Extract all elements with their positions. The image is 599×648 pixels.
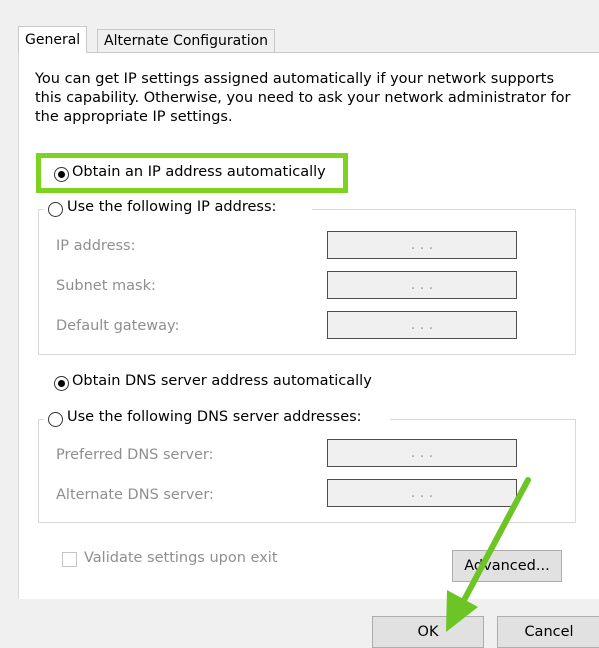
highlight-box: [36, 153, 348, 193]
advanced-button-label: Advanced...: [464, 558, 550, 574]
use-following-ip-radio[interactable]: [48, 202, 63, 217]
ok-button-label: OK: [417, 624, 439, 640]
alternate-dns-field[interactable]: . . .: [327, 479, 517, 507]
validate-settings-label[interactable]: Validate settings upon exit: [84, 550, 278, 566]
preferred-dns-field[interactable]: . . .: [327, 439, 517, 467]
preferred-dns-label: Preferred DNS server:: [56, 447, 214, 463]
use-following-dns-radio[interactable]: [48, 412, 63, 427]
preferred-dns-dots: . . .: [410, 445, 434, 461]
tab-alternate-configuration[interactable]: Alternate Configuration: [97, 29, 276, 53]
dns-groupbox: [38, 419, 576, 523]
subnet-mask-dots: . . .: [410, 277, 434, 293]
default-gateway-label: Default gateway:: [56, 318, 180, 334]
use-following-dns-label[interactable]: Use the following DNS server addresses:: [67, 409, 362, 425]
default-gateway-dots: . . .: [410, 317, 434, 333]
tab-general-label: General: [25, 32, 81, 48]
alternate-dns-label: Alternate DNS server:: [56, 487, 214, 503]
advanced-button[interactable]: Advanced...: [452, 550, 562, 582]
obtain-dns-auto-label[interactable]: Obtain DNS server address automatically: [72, 373, 372, 389]
ip-address-label: IP address:: [56, 238, 136, 254]
cancel-button-label: Cancel: [524, 624, 574, 640]
cancel-button[interactable]: Cancel: [497, 616, 599, 648]
subnet-mask-label: Subnet mask:: [56, 278, 156, 294]
tab-alternate-configuration-label: Alternate Configuration: [104, 33, 269, 49]
ip-address-field[interactable]: . . .: [327, 231, 517, 259]
intro-text: You can get IP settings assigned automat…: [35, 71, 571, 125]
obtain-dns-auto-radio[interactable]: [54, 376, 69, 391]
ok-button[interactable]: OK: [372, 616, 484, 648]
use-following-ip-label[interactable]: Use the following IP address:: [67, 199, 276, 215]
subnet-mask-field[interactable]: . . .: [327, 271, 517, 299]
validate-settings-checkbox[interactable]: [62, 552, 77, 567]
default-gateway-field[interactable]: . . .: [327, 311, 517, 339]
alternate-dns-dots: . . .: [410, 485, 434, 501]
tab-general[interactable]: General: [18, 26, 88, 53]
ip-address-dots: . . .: [410, 237, 434, 253]
